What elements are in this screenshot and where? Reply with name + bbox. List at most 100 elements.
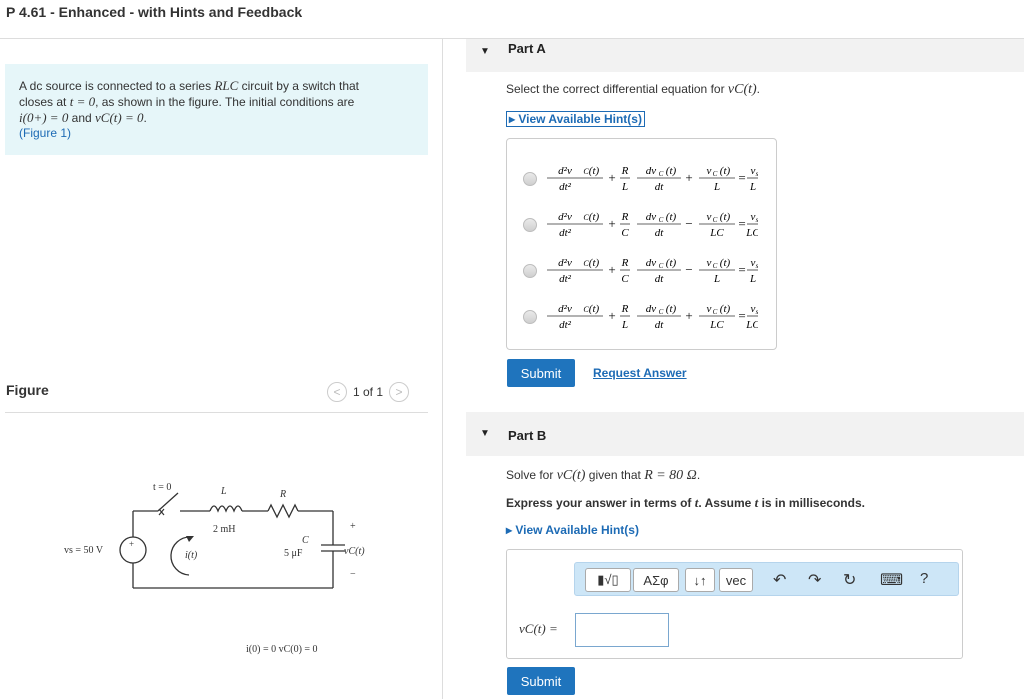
svg-text:dv: dv bbox=[646, 257, 657, 269]
choice-option[interactable]: d²vC(t)dt²+RCdvC(t)dt−vC(t)L=vsL bbox=[521, 251, 766, 291]
svg-text:v: v bbox=[707, 303, 712, 315]
capacitor-value: 5 μF bbox=[284, 548, 303, 559]
answer-panel: ▮√▯ ΑΣφ ↓↑ vec ↶ ↷ ↻ ⌨ ? vC(t) = bbox=[506, 549, 963, 659]
greek-symbols-button[interactable]: ΑΣφ bbox=[633, 568, 679, 592]
svg-text:C: C bbox=[713, 216, 718, 224]
choice-option[interactable]: d²vC(t)dt²+RLdvC(t)dt+vC(t)L=vsL bbox=[521, 159, 766, 199]
svg-text:L: L bbox=[713, 273, 720, 285]
svg-text:dt: dt bbox=[655, 319, 665, 331]
svg-text:+: + bbox=[685, 170, 692, 185]
svg-text:(t): (t) bbox=[589, 303, 600, 315]
svg-text:s: s bbox=[756, 170, 758, 178]
choice-option[interactable]: d²vC(t)dt²+RCdvC(t)dt−vC(t)LC=vsLC bbox=[521, 205, 766, 245]
radio-button[interactable] bbox=[523, 310, 537, 324]
svg-text:LC: LC bbox=[745, 319, 758, 331]
problem-line-2: closes at t = 0, as shown in the figure.… bbox=[19, 94, 355, 109]
svg-text:=: = bbox=[738, 308, 745, 323]
source-plus-sign: + bbox=[129, 539, 134, 549]
svg-text:v: v bbox=[707, 165, 712, 177]
svg-text:(t): (t) bbox=[666, 211, 677, 223]
differential-equation: d²vC(t)dt²+RCdvC(t)dt−vC(t)L=vsL bbox=[547, 257, 758, 285]
problem-line-1: A dc source is connected to a series RLC… bbox=[19, 78, 360, 93]
math-toolbar: ▮√▯ ΑΣφ ↓↑ vec ↶ ↷ ↻ ⌨ ? bbox=[574, 562, 959, 596]
svg-text:(t): (t) bbox=[666, 257, 677, 269]
initial-conditions-label: i(0) = 0 vC(0) = 0 bbox=[246, 644, 318, 655]
help-icon[interactable]: ? bbox=[920, 570, 928, 587]
svg-text:R: R bbox=[621, 303, 629, 315]
choice-option[interactable]: d²vC(t)dt²+RLdvC(t)dt+vC(t)LC=vsLC bbox=[521, 297, 766, 337]
part-a-prompt: Select the correct differential equation… bbox=[506, 82, 761, 97]
svg-text:LC: LC bbox=[709, 319, 724, 331]
svg-text:d²v: d²v bbox=[558, 165, 572, 177]
part-b-instructions: Express your answer in terms of t. Assum… bbox=[506, 495, 865, 510]
svg-text:C: C bbox=[659, 262, 664, 270]
svg-text:R: R bbox=[621, 165, 629, 177]
minus-terminal: − bbox=[350, 569, 356, 580]
part-a-hint-link[interactable]: ▸ View Available Hint(s) bbox=[506, 111, 645, 127]
figure-count: 1 of 1 bbox=[353, 385, 384, 399]
svg-text:dt: dt bbox=[655, 273, 665, 285]
radio-button[interactable] bbox=[523, 172, 537, 186]
request-answer-link[interactable]: Request Answer bbox=[593, 366, 687, 380]
switch-label: t = 0 bbox=[153, 482, 171, 493]
part-b-submit-button[interactable]: Submit bbox=[507, 667, 575, 695]
svg-text:C: C bbox=[659, 216, 664, 224]
svg-text:(t): (t) bbox=[666, 165, 677, 177]
undo-icon[interactable]: ↶ bbox=[773, 570, 786, 590]
differential-equation: d²vC(t)dt²+RLdvC(t)dt+vC(t)LC=vsLC bbox=[547, 303, 758, 331]
svg-text:(t): (t) bbox=[589, 165, 600, 177]
svg-text:L: L bbox=[749, 273, 756, 285]
svg-text:dv: dv bbox=[646, 303, 657, 315]
part-a-header[interactable]: ▼ Part A bbox=[466, 39, 1024, 72]
svg-text:dt²: dt² bbox=[559, 273, 572, 285]
svg-text:(t): (t) bbox=[720, 165, 731, 177]
vector-button[interactable]: vec bbox=[719, 568, 753, 592]
svg-text:d²v: d²v bbox=[558, 257, 572, 269]
templates-button[interactable]: ▮√▯ bbox=[585, 568, 631, 592]
redo-icon[interactable]: ↷ bbox=[808, 570, 821, 590]
svg-text:(t): (t) bbox=[720, 211, 731, 223]
current-label: i(t) bbox=[185, 550, 198, 561]
svg-text:L: L bbox=[621, 181, 628, 193]
svg-text:dv: dv bbox=[646, 211, 657, 223]
part-a-submit-button[interactable]: Submit bbox=[507, 359, 575, 387]
next-figure-button[interactable]: > bbox=[389, 382, 410, 402]
reset-icon[interactable]: ↻ bbox=[843, 570, 856, 590]
svg-text:+: + bbox=[608, 170, 615, 185]
inductor-value: 2 mH bbox=[213, 524, 236, 535]
svg-text:dt²: dt² bbox=[559, 319, 572, 331]
radio-button[interactable] bbox=[523, 264, 537, 278]
capacitor-voltage-label: vC(t) bbox=[344, 546, 365, 557]
part-b-header[interactable]: ▼ Part B bbox=[466, 412, 1024, 456]
svg-text:C: C bbox=[713, 308, 718, 316]
keyboard-icon[interactable]: ⌨ bbox=[880, 570, 903, 590]
inductor-label: L bbox=[220, 486, 227, 497]
figure-link[interactable]: (Figure 1) bbox=[19, 126, 71, 140]
updown-button[interactable]: ↓↑ bbox=[685, 568, 715, 592]
svg-text:(t): (t) bbox=[666, 303, 677, 315]
rlc-circuit-diagram: t = 0 L 2 mH R C 5 μF vs = 50 V i(t) + −… bbox=[64, 482, 365, 655]
figure-divider bbox=[5, 412, 428, 413]
svg-text:C: C bbox=[621, 273, 629, 285]
radio-button[interactable] bbox=[523, 218, 537, 232]
answer-input[interactable] bbox=[575, 613, 669, 647]
problem-statement: A dc source is connected to a series RLC… bbox=[5, 64, 428, 155]
svg-text:(t): (t) bbox=[720, 257, 731, 269]
svg-text:L: L bbox=[621, 319, 628, 331]
svg-text:=: = bbox=[738, 170, 745, 185]
svg-text:+: + bbox=[685, 308, 692, 323]
svg-text:=: = bbox=[738, 262, 745, 277]
part-a-label: Part A bbox=[508, 41, 546, 56]
svg-text:L: L bbox=[749, 181, 756, 193]
svg-text:v: v bbox=[707, 211, 712, 223]
svg-text:s: s bbox=[756, 216, 758, 224]
previous-figure-button[interactable]: < bbox=[327, 382, 347, 402]
svg-text:C: C bbox=[713, 262, 718, 270]
collapse-arrow-icon[interactable]: ▼ bbox=[480, 46, 490, 57]
collapse-arrow-icon[interactable]: ▼ bbox=[480, 428, 490, 439]
svg-text:−: − bbox=[685, 262, 692, 277]
part-b-hint-link[interactable]: ▸ View Available Hint(s) bbox=[506, 523, 639, 537]
svg-text:L: L bbox=[713, 181, 720, 193]
choice-list: d²vC(t)dt²+RLdvC(t)dt+vC(t)L=vsLd²vC(t)d… bbox=[506, 138, 777, 350]
svg-text:R: R bbox=[621, 211, 629, 223]
